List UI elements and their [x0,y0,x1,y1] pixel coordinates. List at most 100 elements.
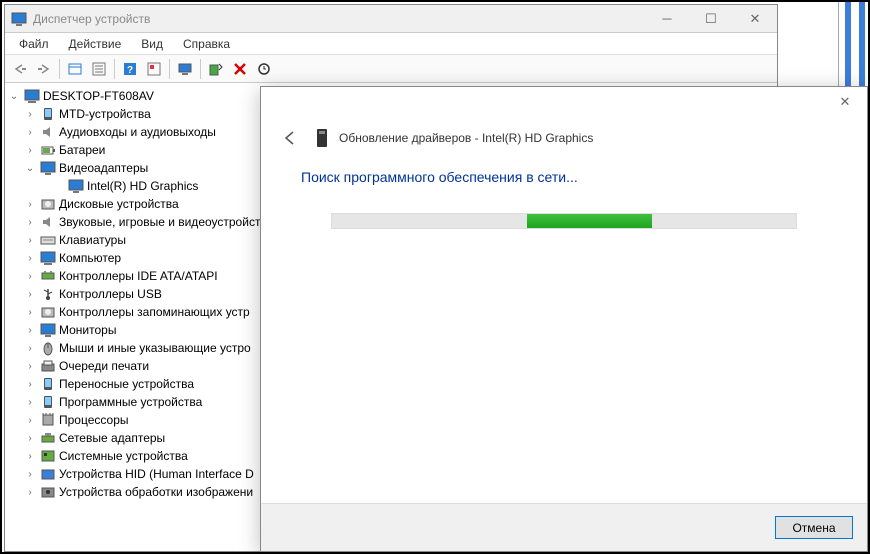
tree-item-label: Видеоадаптеры [59,161,148,175]
tree-item-label: Системные устройства [59,449,188,463]
tree-item-label: Компьютер [59,251,121,265]
device-icon [40,340,56,356]
chevron-down-icon[interactable]: ⌄ [23,163,37,174]
device-icon [40,448,56,464]
chevron-right-icon[interactable]: › [23,487,37,498]
tree-item-label: Программные устройства [59,395,202,409]
chevron-right-icon[interactable]: › [23,271,37,282]
tree-item-label: Мониторы [59,323,116,337]
device-icon [40,214,56,230]
chevron-right-icon[interactable]: › [23,397,37,408]
tree-item-label: Переносные устройства [59,377,194,391]
tree-item-label: Контроллеры IDE ATA/ATAPI [59,269,218,283]
device-icon [40,466,56,482]
nav-fwd-button[interactable] [33,58,55,80]
tree-item-label: Intel(R) HD Graphics [87,179,198,193]
device-icon [40,232,56,248]
dialog-close-button[interactable]: ✕ [823,87,867,117]
scan-hardware-button[interactable] [253,58,275,80]
device-icon [40,358,56,374]
minimize-button[interactable]: ─ [645,5,689,33]
nav-back-button[interactable] [9,58,31,80]
chevron-right-icon[interactable]: › [23,145,37,156]
update-driver-button[interactable] [205,58,227,80]
action-button[interactable] [143,58,165,80]
device-icon [68,178,84,194]
device-icon [40,394,56,410]
device-icon [40,376,56,392]
chevron-right-icon[interactable]: › [23,415,37,426]
chevron-right-icon[interactable]: › [23,433,37,444]
menubar: Файл Действие Вид Справка [5,33,777,55]
device-icon [40,304,56,320]
device-icon [40,124,56,140]
tree-item-label: Звуковые, игровые и видеоустройст [59,215,260,229]
menu-action[interactable]: Действие [59,35,132,53]
tree-item-label: Устройства обработки изображени [59,485,253,499]
chevron-right-icon[interactable]: › [23,109,37,120]
tree-item-label: Контроллеры USB [59,287,162,301]
chevron-down-icon[interactable]: ⌄ [7,91,21,102]
window-title: Диспетчер устройств [33,12,645,26]
device-icon [40,322,56,338]
chevron-right-icon[interactable]: › [23,343,37,354]
chevron-right-icon[interactable]: › [23,307,37,318]
toolbar: ? [5,55,777,83]
update-driver-dialog: ✕ Обновление драйверов - Intel(R) HD Gra… [260,86,868,552]
chevron-right-icon[interactable]: › [23,325,37,336]
properties-button[interactable] [88,58,110,80]
tree-item-label: Устройства HID (Human Interface D [59,467,254,481]
tree-item-label: DESKTOP-FT608AV [43,89,154,103]
tree-item-label: Аудиовходы и аудиовыходы [59,125,216,139]
tree-item-label: Процессоры [59,413,129,427]
chevron-right-icon[interactable]: › [23,217,37,228]
menu-help[interactable]: Справка [173,35,240,53]
chevron-right-icon[interactable]: › [23,235,37,246]
tree-item-label: Контроллеры запоминающих устр [59,305,250,319]
device-icon [40,412,56,428]
chevron-right-icon[interactable]: › [23,253,37,264]
chevron-right-icon[interactable]: › [23,469,37,480]
device-icon [315,128,329,148]
chevron-right-icon[interactable]: › [23,199,37,210]
close-button[interactable]: ✕ [733,5,777,33]
dialog-title: Обновление драйверов - Intel(R) HD Graph… [339,131,593,145]
back-arrow-icon[interactable] [279,127,301,149]
tree-item-label: Дисковые устройства [59,197,179,211]
menu-view[interactable]: Вид [131,35,173,53]
chevron-right-icon[interactable]: › [23,379,37,390]
dialog-titlebar: ✕ [261,87,867,117]
chevron-right-icon[interactable]: › [23,361,37,372]
titlebar: Диспетчер устройств ─ ☐ ✕ [5,5,777,33]
menu-file[interactable]: Файл [9,35,59,53]
scan-button[interactable] [174,58,196,80]
chevron-right-icon[interactable]: › [23,451,37,462]
maximize-button[interactable]: ☐ [689,5,733,33]
tree-item-label: Очереди печати [59,359,149,373]
chevron-right-icon[interactable]: › [23,289,37,300]
tree-item-label: Мыши и иные указывающие устро [59,341,251,355]
chevron-right-icon[interactable]: › [23,127,37,138]
device-icon [24,88,40,104]
device-icon [40,160,56,176]
device-icon [40,142,56,158]
cancel-button[interactable]: Отмена [775,516,853,539]
help-button[interactable]: ? [119,58,141,80]
tree-item-label: Сетевые адаптеры [59,431,165,445]
app-icon [11,11,27,27]
tree-item-label: MTD-устройства [59,107,151,121]
device-icon [40,484,56,500]
show-all-button[interactable] [64,58,86,80]
uninstall-button[interactable] [229,58,251,80]
device-icon [40,196,56,212]
svg-text:?: ? [127,65,133,76]
device-icon [40,106,56,122]
search-status-text: Поиск программного обеспечения в сети... [301,169,827,185]
device-icon [40,250,56,266]
tree-item-label: Клавиатуры [59,233,126,247]
device-icon [40,268,56,284]
tree-item-label: Батареи [59,143,105,157]
device-icon [40,286,56,302]
device-icon [40,430,56,446]
progress-bar [331,213,797,229]
